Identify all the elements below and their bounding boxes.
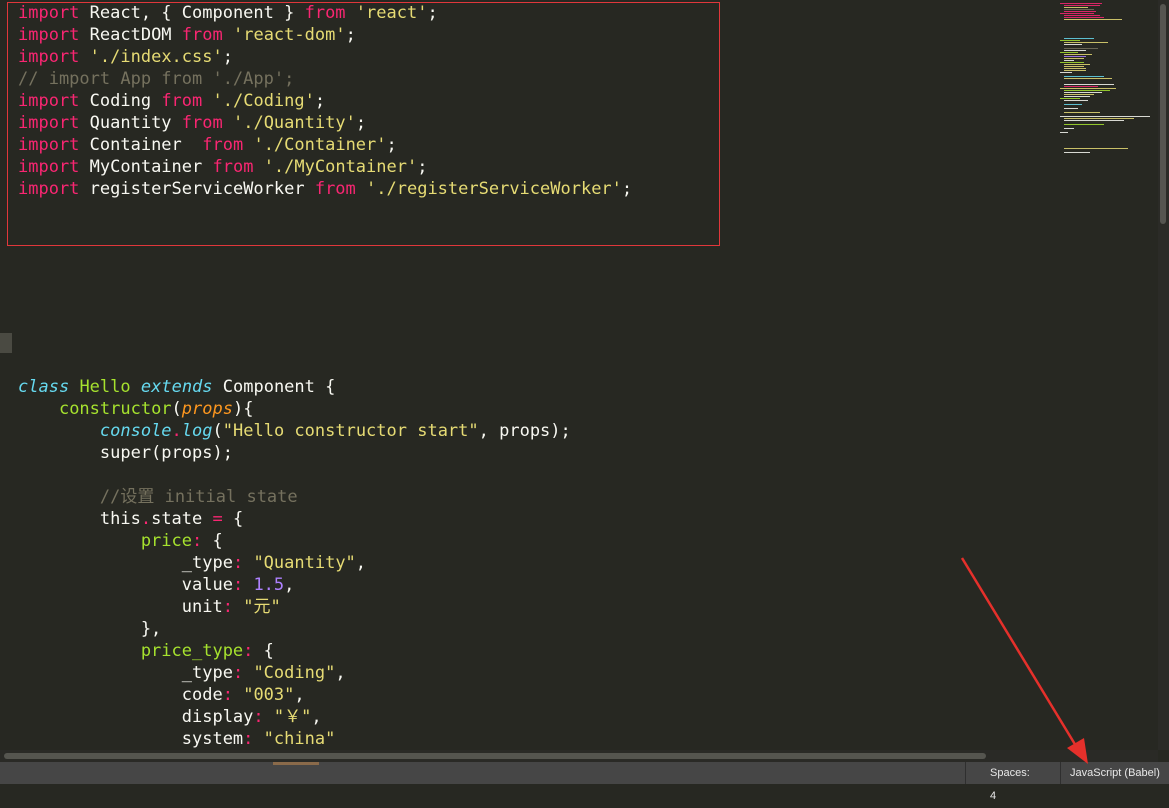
- code-editor[interactable]: import React, { Component } from 'react'…: [0, 0, 1158, 750]
- code-line-5: import Coding from './Coding';: [18, 91, 326, 111]
- minimap-line: [1060, 132, 1068, 133]
- minimap-line: [1064, 104, 1082, 105]
- minimap-line: [1064, 84, 1114, 85]
- code-line-24: display: "￥",: [18, 707, 322, 727]
- code-line-12: console.log("Hello constructor start", p…: [99, 421, 571, 441]
- code-line-23: code: "003",: [18, 685, 305, 705]
- minimap-line: [1064, 124, 1104, 125]
- code-line-1: import React, { Component } from 'react'…: [18, 3, 438, 23]
- code-line-17: _type: "Quantity",: [18, 553, 367, 573]
- minimap-line: [1060, 88, 1116, 89]
- minimap-line: [1060, 52, 1078, 53]
- status-bar: Spaces: 4 JavaScript (Babel): [0, 762, 1169, 802]
- minimap-line: [1064, 17, 1104, 18]
- minimap-line: [1060, 116, 1150, 117]
- minimap-line: [1060, 72, 1072, 73]
- code-line-11: constructor(props){: [58, 399, 254, 419]
- vertical-scrollbar-thumb[interactable]: [1160, 4, 1166, 224]
- minimap-line: [1064, 112, 1100, 113]
- code-line-22: _type: "Coding",: [18, 663, 346, 683]
- minimap-line: [1064, 56, 1086, 57]
- code-line-21: price_type: {: [18, 641, 274, 661]
- minimap-line: [1064, 100, 1088, 101]
- minimap-line: [1064, 48, 1098, 49]
- minimap-line: [1064, 76, 1104, 77]
- minimap-line: [1064, 94, 1094, 95]
- code-line-14: //设置 initial state: [18, 487, 298, 507]
- minimap-line: [1064, 90, 1110, 91]
- minimap-line: [1064, 38, 1094, 39]
- minimap-line: [1060, 3, 1102, 4]
- code-line-2: import ReactDOM from 'react-dom';: [18, 25, 356, 45]
- minimap-line: [1064, 9, 1094, 10]
- current-line-marker: [0, 333, 12, 353]
- minimap-line: [1064, 96, 1090, 97]
- minimap-line: [1064, 120, 1124, 121]
- minimap-line: [1064, 58, 1084, 59]
- minimap-line: [1064, 78, 1112, 79]
- minimap-line: [1064, 152, 1090, 153]
- code-line-19: unit: "元": [18, 597, 281, 617]
- code-line-8: import MyContainer from './MyContainer';: [18, 157, 428, 177]
- minimap-line: [1064, 42, 1108, 43]
- minimap-line: [1064, 64, 1090, 65]
- code-line-20: },: [18, 619, 162, 639]
- minimap-line: [1064, 7, 1088, 8]
- minimap-line: [1064, 11, 1096, 12]
- minimap-line: [1064, 86, 1098, 87]
- minimap-line: [1060, 62, 1084, 63]
- minimap-line: [1064, 128, 1074, 129]
- code-line-4: // import App from './App';: [18, 69, 295, 89]
- horizontal-scrollbar[interactable]: [0, 750, 1158, 762]
- code-line-15: this.state = {: [18, 509, 244, 529]
- minimap-line: [1060, 40, 1080, 41]
- code-line-25: system: "china": [18, 729, 336, 749]
- minimap-line: [1064, 54, 1092, 55]
- code-line-10: class Hello extends Component {: [18, 377, 336, 397]
- vertical-scrollbar[interactable]: [1158, 0, 1169, 750]
- minimap-line: [1060, 13, 1094, 14]
- code-line-6: import Quantity from './Quantity';: [18, 113, 367, 133]
- minimap-line: [1064, 15, 1100, 16]
- minimap-line: [1064, 70, 1086, 71]
- minimap-line: [1064, 5, 1100, 6]
- minimap[interactable]: [1058, 0, 1158, 750]
- code-line-3: import './index.css';: [18, 47, 233, 67]
- code-line-18: value: 1.5,: [18, 575, 295, 595]
- minimap-line: [1064, 108, 1078, 109]
- minimap-line: [1064, 19, 1122, 20]
- minimap-line: [1064, 50, 1086, 51]
- minimap-line: [1064, 118, 1134, 119]
- code-line-13: super(props);: [18, 443, 233, 463]
- code-line-7: import Container from './Container';: [18, 135, 397, 155]
- minimap-line: [1064, 60, 1074, 61]
- minimap-line: [1064, 68, 1086, 69]
- code-line-9: import registerServiceWorker from './reg…: [18, 179, 633, 199]
- code-line-16: price: {: [18, 531, 223, 551]
- indentation-setting[interactable]: Spaces: 4: [965, 762, 1037, 802]
- status-tab-marker: [273, 762, 319, 765]
- minimap-line: [1064, 44, 1082, 45]
- minimap-line: [1064, 148, 1128, 149]
- minimap-line: [1064, 92, 1102, 93]
- minimap-line: [1060, 98, 1080, 99]
- horizontal-scrollbar-thumb[interactable]: [4, 753, 986, 759]
- syntax-selector[interactable]: JavaScript (Babel): [1060, 762, 1169, 784]
- minimap-line: [1064, 66, 1084, 67]
